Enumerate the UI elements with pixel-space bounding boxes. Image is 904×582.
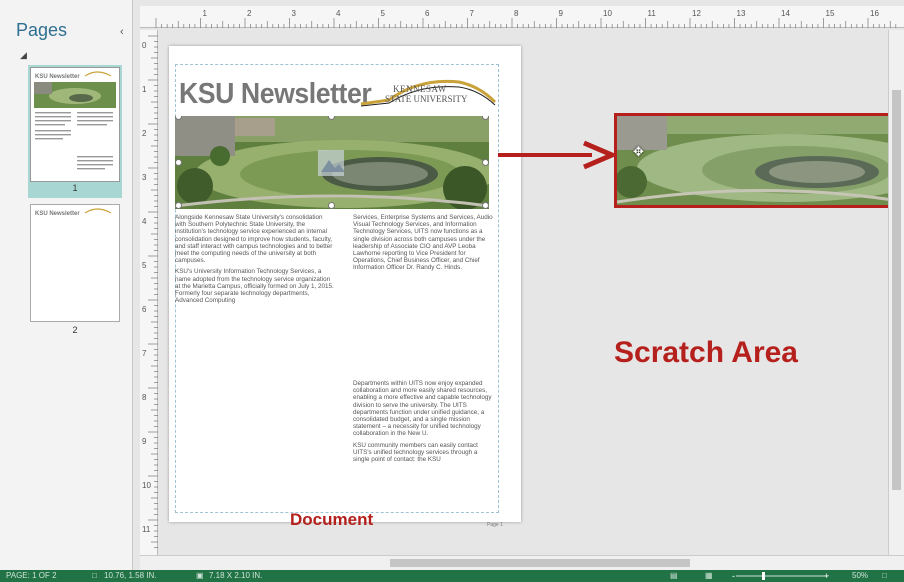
two-page-view-icon[interactable]: ▦ — [705, 571, 713, 580]
paragraph: Departments within UITS now enjoy expand… — [353, 380, 492, 438]
ruler-label: 15 — [826, 9, 835, 18]
scrollbar-thumb[interactable] — [390, 559, 690, 567]
single-page-view-icon[interactable]: ▤ — [670, 571, 678, 580]
resize-handle[interactable] — [175, 159, 182, 166]
ruler-label: 6 — [142, 305, 147, 314]
ruler-label: 9 — [142, 437, 147, 446]
arrow-right-icon — [498, 140, 619, 170]
ruler-label: 1 — [203, 9, 208, 18]
ruler-label: 11 — [648, 9, 657, 18]
chevron-left-icon[interactable]: ‹ — [120, 26, 124, 38]
page-thumbnail-number: 2 — [72, 325, 78, 335]
page-thumbnail-number: 1 — [72, 183, 78, 193]
ruler-label: 7 — [142, 349, 147, 358]
ruler-label: 5 — [381, 9, 386, 18]
workspace-canvas[interactable]: KSU Newsletter KENNESAW STATE UNIVERSITY — [158, 30, 890, 555]
page-thumbnail-image: KSU Newsletter — [30, 204, 120, 322]
horizontal-ruler[interactable]: 1234567891011121314151617 — [140, 6, 904, 28]
text-column-left[interactable]: Alongside Kennesaw State University's co… — [175, 214, 335, 334]
ruler-label: 3 — [292, 9, 297, 18]
campus-photo[interactable] — [175, 116, 489, 209]
paragraph: Services, Enterprise Systems and Service… — [353, 214, 493, 272]
ruler-label: 12 — [692, 9, 701, 18]
page-thumbnail-2[interactable]: KSU Newsletter 2 — [28, 204, 122, 339]
status-bar: PAGE: 1 OF 2 □ 10.76, 1.58 IN. ▣ 7.18 X … — [0, 570, 904, 582]
page-number: Page 1 — [487, 522, 503, 528]
svg-text:KSU Newsletter: KSU Newsletter — [35, 74, 80, 80]
newsletter-masthead[interactable]: KSU Newsletter — [179, 78, 372, 111]
status-object-size: 7.18 X 2.10 IN. — [209, 571, 263, 580]
pages-pane: Pages ‹ ◢ KSU Newsletter 1 KSU Newslette… — [0, 0, 133, 570]
svg-text:KSU Newsletter: KSU Newsletter — [35, 211, 80, 217]
scratch-area-label: Scratch Area — [614, 336, 798, 369]
svg-text:-: - — [732, 571, 735, 581]
status-object-position: 10.76, 1.58 IN. — [104, 571, 157, 580]
paragraph: Alongside Kennesaw State University's co… — [175, 214, 333, 265]
page-thumbnail-image: KSU Newsletter — [30, 67, 120, 182]
svg-text:+: + — [824, 571, 829, 581]
ruler-label: 14 — [781, 9, 790, 18]
vertical-ruler[interactable]: 0 1 2 3 4 5 6 7 8 9 10 11 — [140, 30, 158, 555]
ruler-label: 11 — [142, 525, 151, 534]
ruler-label: 8 — [514, 9, 519, 18]
object-size-icon: ▣ — [196, 571, 204, 580]
ruler-label: 2 — [247, 9, 252, 18]
logo-text-kennesaw: KENNESAW — [393, 84, 447, 94]
document-page[interactable]: KSU Newsletter KENNESAW STATE UNIVERSITY — [169, 46, 521, 529]
object-position-icon: □ — [92, 571, 97, 580]
paragraph: KSU's University Information Technology … — [175, 268, 334, 305]
document-annotation-label: Document — [290, 510, 374, 529]
ruler-label: 5 — [142, 261, 147, 270]
text-column-right-bottom[interactable]: Departments within UITS now enjoy expand… — [353, 380, 495, 506]
ruler-label: 0 — [142, 41, 147, 50]
triangle-down-icon[interactable]: ◢ — [20, 50, 27, 61]
resize-handle[interactable] — [482, 202, 489, 209]
ksu-logo[interactable]: KENNESAW STATE UNIVERSITY — [359, 76, 499, 112]
pages-pane-title: Pages — [16, 20, 68, 40]
resize-handle[interactable] — [482, 159, 489, 166]
ruler-label: 10 — [603, 9, 612, 18]
ruler-label: 2 — [142, 129, 147, 138]
ruler-label: 6 — [425, 9, 430, 18]
ruler-label: 1 — [142, 85, 147, 94]
resize-handle[interactable] — [328, 202, 335, 209]
zoom-slider[interactable]: - + — [732, 570, 832, 582]
move-cursor-icon: ✥ — [633, 144, 644, 159]
ruler-label: 10 — [142, 481, 151, 490]
paragraph: KSU community members can easily contact… — [353, 441, 478, 464]
zoom-level[interactable]: 50% — [852, 571, 868, 580]
text-column-right-top[interactable]: Services, Enterprise Systems and Service… — [353, 214, 495, 304]
status-page-info[interactable]: PAGE: 1 OF 2 — [6, 571, 57, 580]
logo-text-state-university: STATE UNIVERSITY — [385, 94, 468, 104]
fit-page-icon[interactable]: □ — [882, 571, 887, 580]
ruler-label: 4 — [142, 217, 147, 226]
ruler-label: 4 — [336, 9, 341, 18]
ruler-label: 3 — [142, 173, 147, 182]
scratch-area-photo[interactable]: ✥ — [614, 113, 890, 208]
ruler-label: 16 — [870, 9, 879, 18]
page-thumbnail-1[interactable]: KSU Newsletter 1 — [28, 65, 122, 198]
ruler-label: 9 — [559, 9, 564, 18]
vertical-scrollbar[interactable] — [888, 30, 904, 555]
resize-handle[interactable] — [175, 202, 182, 209]
horizontal-scrollbar[interactable] — [140, 555, 904, 570]
ruler-label: 7 — [470, 9, 475, 18]
publisher-window: Pages ‹ ◢ KSU Newsletter 1 KSU Newslette… — [0, 0, 904, 582]
ruler-label: 8 — [142, 393, 147, 402]
ruler-label: 13 — [737, 9, 746, 18]
